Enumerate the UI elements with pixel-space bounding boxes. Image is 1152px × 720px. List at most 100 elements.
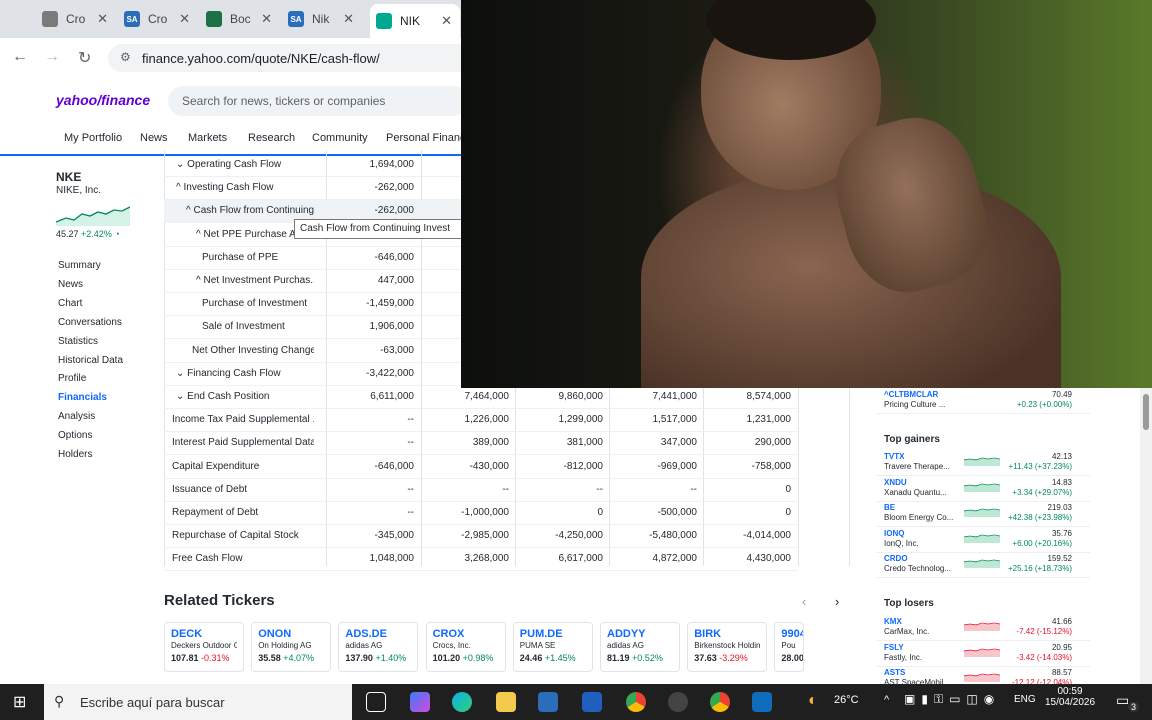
tray-icons[interactable]: ▣▮⚿▭◫◉	[904, 692, 1000, 707]
media-player-icon[interactable]	[752, 692, 772, 712]
page-scrollbar[interactable]	[1140, 388, 1152, 684]
browser-tab[interactable]: SA Cro ✕	[118, 6, 198, 32]
nav-item[interactable]: My Portfolio	[64, 132, 122, 144]
task-view-icon[interactable]	[366, 692, 386, 712]
store-icon[interactable]	[538, 692, 558, 712]
mover-name: Travere Therape...	[884, 462, 950, 471]
mover-item[interactable]: TVTX Travere Therape... 42.13 +11.43 (+37.2…	[876, 450, 1090, 476]
nav-item[interactable]: Research	[248, 132, 295, 144]
card-price-line: 101.20 +0.98%	[433, 653, 499, 663]
file-explorer-icon[interactable]	[496, 692, 516, 712]
obs-icon[interactable]	[668, 692, 688, 712]
browser-tab[interactable]: SA Nik ✕	[282, 6, 362, 32]
related-ticker-card[interactable]: BIRKBirkenstock Holding plc 37.63 -3.29%	[687, 622, 768, 672]
related-ticker-card[interactable]: ONON On Holding AG 35.58 +4.07%	[251, 622, 332, 672]
mover-item[interactable]: BE Bloom Energy Co... 219.03 +42.38 (+23.98…	[876, 501, 1090, 528]
sidebar-item[interactable]: Profile	[58, 373, 86, 384]
browser-tab[interactable]: Boc ✕	[200, 6, 280, 32]
row-expander[interactable]: ⌄	[176, 368, 187, 379]
sidebar-item[interactable]: Financials	[58, 392, 107, 403]
url-text: finance.yahoo.com/quote/NKE/cash-flow/	[142, 50, 380, 66]
card-symbol: CROX	[432, 628, 465, 640]
table-row[interactable]: Repurchase of Capital Stock -345,000 -2,98…	[164, 525, 798, 549]
row-label: Sale of Investment	[202, 321, 285, 332]
tab-close-icon[interactable]: ✕	[97, 11, 108, 27]
prev-arrow-icon[interactable]: ‹	[802, 594, 806, 609]
tab-close-icon[interactable]: ✕	[261, 11, 272, 27]
system-clock[interactable]: 00:59 15/04/2026	[1040, 686, 1100, 708]
table-row[interactable]: Issuance of Debt -- -- -- -- 0	[164, 479, 798, 502]
row-label: Issuance of Debt	[172, 484, 247, 495]
sidebar-item[interactable]: Analysis	[58, 411, 95, 422]
row-value: -500,000	[657, 507, 697, 518]
taskbar-search-text: Escribe aquí para buscar	[80, 694, 225, 710]
card-price-line: 137.90 +1.40%	[345, 653, 411, 663]
mover-item[interactable]: CRDO Credo Technolog... 159.52 +25.16 (+18.…	[876, 552, 1090, 579]
scrollbar-thumb[interactable]	[1143, 394, 1149, 430]
nav-item[interactable]: Markets	[188, 132, 227, 144]
table-row[interactable]: Interest Paid Supplemental Data -- 389,000…	[164, 432, 798, 456]
site-info-icon[interactable]: ⚙	[120, 50, 131, 64]
nav-item[interactable]: News	[140, 132, 168, 144]
row-label-text: Purchase of Investment	[202, 298, 308, 310]
nav-item[interactable]: Personal Finance	[386, 132, 472, 144]
mover-item[interactable]: IONQ IonQ, Inc. 35.76 +6.00 (+20.16%)	[876, 527, 1090, 553]
windows-start-icon[interactable]: ⊞	[13, 692, 26, 712]
tab-close-icon[interactable]: ✕	[441, 13, 452, 29]
sidebar-item[interactable]: Holders	[58, 449, 92, 460]
row-label-text: Income Tax Paid Supplemental ...	[172, 414, 314, 426]
mover-item[interactable]: XNDU Xanadu Quantu... 14.83 +3.34 (+29.07%)	[876, 476, 1090, 502]
browser-tab[interactable]: Cro ✕	[36, 6, 116, 32]
table-row[interactable]: Capital Expenditure -646,000 -430,000 -812,…	[164, 456, 798, 479]
browser-tab[interactable]: NIK ✕	[370, 4, 460, 38]
tab-favicon-icon	[376, 13, 392, 29]
copilot-icon[interactable]	[410, 692, 430, 712]
table-row[interactable]: ⌄ End Cash Position 6,611,000 7,464,000 9,8…	[164, 386, 798, 409]
sidebar-item[interactable]: Chart	[58, 298, 82, 309]
next-arrow-icon[interactable]: ›	[835, 594, 839, 609]
forward-icon[interactable]: →	[44, 48, 60, 66]
language-indicator[interactable]: ENG	[1014, 694, 1036, 705]
chrome-active-icon[interactable]	[710, 692, 730, 712]
table-row[interactable]: Free Cash Flow 1,048,000 3,268,000 6,617,00…	[164, 548, 798, 572]
related-ticker-card[interactable]: 9904Pou Ch 28.00	[774, 622, 805, 672]
sidebar-item[interactable]: Summary	[58, 260, 101, 271]
tab-close-icon[interactable]: ✕	[343, 11, 354, 27]
mover-sparkline	[964, 457, 1000, 466]
sidebar-item[interactable]: News	[58, 279, 83, 290]
reload-icon[interactable]: ↻	[78, 48, 91, 68]
clock-icon: ◔	[114, 229, 120, 239]
outlook-icon[interactable]	[582, 692, 602, 712]
sidebar-item[interactable]: Statistics	[58, 336, 98, 347]
related-ticker-card[interactable]: DECKDeckers Outdoor Corp... 107.81 -0.31%	[164, 622, 244, 672]
related-ticker-card[interactable]: CROX Crocs, Inc. 101.20 +0.98%	[425, 622, 506, 672]
tab-close-icon[interactable]: ✕	[179, 11, 190, 27]
row-expander[interactable]: ⌄	[176, 391, 187, 402]
row-value: -758,000	[751, 460, 791, 472]
table-row[interactable]: Repayment of Debt -- -1,000,000 0 -500,000 0	[164, 502, 798, 525]
chrome-icon[interactable]	[626, 692, 646, 712]
back-icon[interactable]: ←	[12, 48, 28, 66]
taskbar-search-input[interactable]: ⚲ Escribe aquí para buscar	[44, 684, 352, 720]
url-input[interactable]: ⚙ finance.yahoo.com/quote/NKE/cash-flow/	[108, 44, 508, 72]
row-value: -345,000	[374, 530, 414, 542]
related-ticker-card[interactable]: PUM.DE PUMA SE 24.46 +1.45%	[512, 622, 593, 672]
table-row[interactable]: Income Tax Paid Supplemental ... -- 1,226,…	[164, 409, 798, 433]
weather-temp[interactable]: 26°C	[834, 694, 859, 706]
related-ticker-card[interactable]: ADDYY adidas AG 81.19 +0.52%	[600, 622, 680, 672]
mover-item[interactable]: KMX CarMax, Inc. 41.66 -7.42 (-15.12%)	[876, 615, 1090, 641]
sidebar-item[interactable]: Options	[58, 430, 92, 441]
sidebar-item[interactable]: Historical Data	[58, 355, 123, 366]
nav-item[interactable]: Community	[312, 132, 368, 144]
related-ticker-card[interactable]: ADS.DE adidas AG 137.90 +1.40%	[338, 622, 419, 672]
tray-chevron-icon[interactable]: ^	[884, 694, 889, 706]
yahoo-finance-logo[interactable]: yahoo/finance	[56, 92, 150, 108]
edge-icon[interactable]	[452, 692, 472, 712]
search-input[interactable]: Search for news, tickers or companies	[168, 86, 468, 116]
watchlist-item[interactable]: ^CLTBMCLAR Pricing Culture ... 70.49 +0.…	[876, 388, 1090, 414]
related-tickers-title: Related Tickers	[164, 592, 275, 609]
sidebar-item[interactable]: Conversations	[58, 317, 122, 328]
row-expander[interactable]: ⌄	[176, 159, 187, 170]
mover-item[interactable]: FSLY Fastly, Inc. 20.95 -3.42 (-14.03%)	[876, 641, 1090, 667]
card-change: -0.31%	[201, 653, 230, 663]
